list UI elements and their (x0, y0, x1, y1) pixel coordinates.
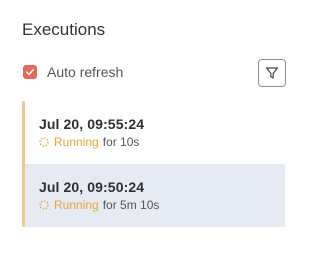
execution-time: Jul 20, 09:50:24 (39, 179, 145, 195)
execution-status: Running for 10s (39, 135, 285, 149)
execution-time: Jul 20, 09:55:24 (39, 116, 145, 132)
panel-title: Executions (22, 20, 106, 39)
executions-panel: Executions Auto refresh Jul 20, 09:55:24… (0, 0, 306, 254)
execution-status: Running for 5m 10s (39, 198, 285, 212)
spinner-icon (39, 200, 49, 210)
execution-item[interactable]: Jul 20, 09:55:24 Running for 10s (22, 101, 285, 164)
filter-button[interactable] (258, 59, 286, 87)
status-label: Running (54, 198, 99, 212)
filter-icon (265, 67, 279, 79)
auto-refresh-label[interactable]: Auto refresh (47, 64, 123, 80)
executions-list: Jul 20, 09:55:24 Running for 10s Jul 20,… (22, 101, 285, 227)
auto-refresh-checkbox[interactable] (23, 65, 37, 79)
checkmark-icon (26, 68, 35, 76)
status-duration: for 5m 10s (102, 198, 160, 212)
status-duration: for 10s (102, 135, 140, 149)
status-label: Running (54, 135, 99, 149)
spinner-icon (39, 137, 49, 147)
auto-refresh-row[interactable]: Auto refresh (23, 64, 123, 80)
execution-item[interactable]: Jul 20, 09:50:24 Running for 5m 10s (22, 164, 285, 227)
